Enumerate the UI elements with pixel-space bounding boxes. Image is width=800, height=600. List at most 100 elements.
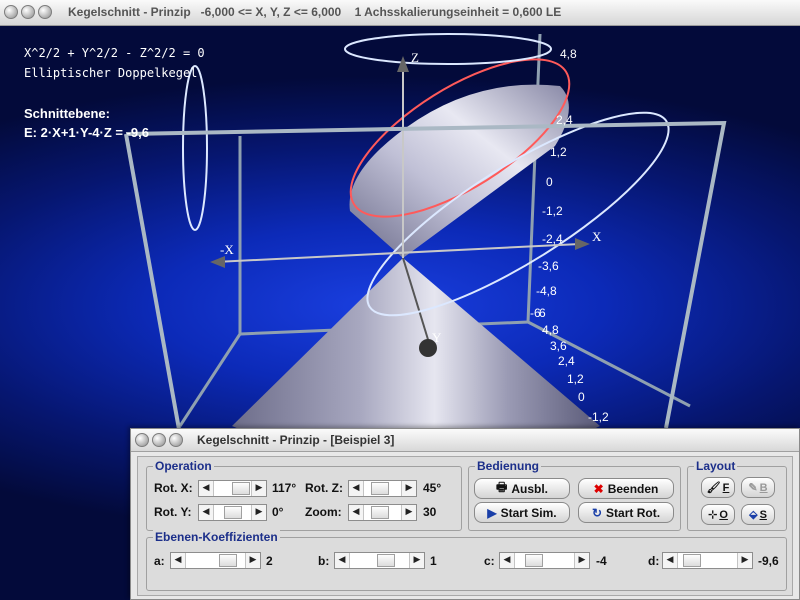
panel-minimize-button[interactable] xyxy=(152,433,166,447)
slider-thumb[interactable] xyxy=(224,506,242,519)
ausbl-button[interactable]: 🖶 Ausbl. xyxy=(474,478,570,499)
slider-thumb[interactable] xyxy=(377,554,395,567)
operation-legend: Operation xyxy=(153,459,214,473)
coef-b-slider[interactable]: ◀ ▶ xyxy=(334,552,425,569)
arrow-left-icon[interactable]: ◀ xyxy=(199,481,214,496)
main-title-bar: Kegelschnitt - Prinzip -6,000 <= X, Y, Z… xyxy=(0,0,800,26)
slider-thumb[interactable] xyxy=(525,554,543,567)
rot-z-label: Rot. Z: xyxy=(305,481,343,495)
play-icon: ▶ xyxy=(487,505,497,520)
rot-z-slider[interactable]: ◀ ▶ xyxy=(348,480,417,497)
surface-name: Elliptischer Doppelkegel xyxy=(24,66,198,80)
beenden-label: Beenden xyxy=(607,481,659,496)
slider-thumb[interactable] xyxy=(683,554,701,567)
tick-label: 2,4 xyxy=(558,354,575,368)
panel-content: Operation Rot. X: ◀ ▶ 117° Rot. Y: ◀ ▶ 0… xyxy=(137,456,793,596)
zoom-value: 30 xyxy=(423,505,437,519)
layout-legend: Layout xyxy=(694,459,738,473)
close-window-button[interactable] xyxy=(4,5,18,19)
main-window-title: Kegelschnitt - Prinzip -6,000 <= X, Y, Z… xyxy=(68,5,562,19)
coef-d-slider[interactable]: ◀ ▶ xyxy=(662,552,753,569)
layout-s-label: S xyxy=(759,508,767,521)
slider-thumb[interactable] xyxy=(219,554,237,567)
arrow-left-icon[interactable]: ◀ xyxy=(349,481,364,496)
arrow-left-icon[interactable]: ◀ xyxy=(349,505,364,520)
minimize-window-button[interactable] xyxy=(21,5,35,19)
arrow-right-icon[interactable]: ▶ xyxy=(401,505,416,520)
x-axis-label: X xyxy=(592,229,602,244)
layout-f-button[interactable]: 🖌 F xyxy=(701,477,735,498)
tick-label: -4,8 xyxy=(536,284,557,298)
layout-b-label: B xyxy=(759,481,768,494)
coef-a-value: 2 xyxy=(266,554,273,568)
rot-y-slider[interactable]: ◀ ▶ xyxy=(198,504,267,521)
eraser-icon: ⬙ xyxy=(749,509,758,521)
layout-f-label: F xyxy=(722,481,730,494)
projection-top xyxy=(344,33,552,65)
start-sim-label: Start Sim. xyxy=(500,505,557,520)
coef-b-label: b: xyxy=(318,554,330,568)
window-controls xyxy=(4,5,52,19)
slider-thumb[interactable] xyxy=(371,506,389,519)
rot-z-value: 45° xyxy=(423,481,442,495)
coef-c-slider[interactable]: ◀ ▶ xyxy=(499,552,590,569)
tick-label: 4,8 xyxy=(542,323,559,337)
arrow-left-icon[interactable]: ◀ xyxy=(171,553,186,568)
tick-label: 2,4 xyxy=(556,113,573,127)
arrow-left-icon[interactable]: ◀ xyxy=(199,505,214,520)
beenden-button[interactable]: ✖ Beenden xyxy=(578,478,674,499)
arrow-right-icon[interactable]: ▶ xyxy=(245,553,260,568)
arrow-right-icon[interactable]: ▶ xyxy=(409,553,424,568)
coef-b-value: 1 xyxy=(430,554,437,568)
tick-label: -1,2 xyxy=(542,204,563,218)
arrow-right-icon[interactable]: ▶ xyxy=(401,481,416,496)
operation-group: Operation xyxy=(146,459,462,531)
arrow-left-icon[interactable]: ◀ xyxy=(663,553,678,568)
arrow-right-icon[interactable]: ▶ xyxy=(737,553,752,568)
layout-o-label: O xyxy=(719,508,728,521)
rot-x-slider[interactable]: ◀ ▶ xyxy=(198,480,267,497)
ebenen-legend: Ebenen-Koeffizienten xyxy=(153,530,280,544)
neg-x-axis-label: -X xyxy=(220,242,234,257)
arrow-right-icon[interactable]: ▶ xyxy=(251,505,266,520)
coef-d-value: -9,6 xyxy=(758,554,779,568)
panel-maximize-button[interactable] xyxy=(169,433,183,447)
z-axis-label: Z xyxy=(411,50,419,65)
slider-thumb[interactable] xyxy=(371,482,389,495)
start-rot-button[interactable]: ↻ Start Rot. xyxy=(578,502,674,523)
coef-a-slider[interactable]: ◀ ▶ xyxy=(170,552,261,569)
coef-c-label: c: xyxy=(484,554,495,568)
projection-left xyxy=(182,65,208,231)
panel-title-bar: Kegelschnitt - Prinzip - [Beispiel 3] xyxy=(131,429,799,452)
plane-label: Schnittebene: xyxy=(24,106,110,121)
layout-o-button[interactable]: ⊹ O xyxy=(701,504,735,525)
slider-thumb[interactable] xyxy=(232,482,250,495)
rot-x-value: 117° xyxy=(272,481,297,495)
tick-label: -2,4 xyxy=(542,232,563,246)
ausbl-label: Ausbl. xyxy=(511,481,548,496)
panel-title: Kegelschnitt - Prinzip - [Beispiel 3] xyxy=(197,433,395,447)
maximize-window-button[interactable] xyxy=(38,5,52,19)
panel-window-controls xyxy=(135,433,183,447)
start-sim-button[interactable]: ▶ Start Sim. xyxy=(474,502,570,523)
printer-icon: 🖶 xyxy=(496,480,508,494)
control-panel-window: Kegelschnitt - Prinzip - [Beispiel 3] Op… xyxy=(130,428,800,600)
rot-y-value: 0° xyxy=(272,505,284,519)
layout-b-button[interactable]: ✎ B xyxy=(741,477,775,498)
zoom-label: Zoom: xyxy=(305,505,342,519)
arrow-right-icon[interactable]: ▶ xyxy=(574,553,589,568)
crosshair-icon: ⊹ xyxy=(708,509,718,521)
upper-cone xyxy=(349,84,569,258)
start-rot-label: Start Rot. xyxy=(606,505,661,520)
panel-close-button[interactable] xyxy=(135,433,149,447)
arrow-right-icon[interactable]: ▶ xyxy=(251,481,266,496)
layout-s-button[interactable]: ⬙ S xyxy=(741,504,775,525)
pencil-icon: ✎ xyxy=(748,482,758,494)
arrow-left-icon[interactable]: ◀ xyxy=(500,553,515,568)
zoom-slider[interactable]: ◀ ▶ xyxy=(348,504,417,521)
close-x-icon: ✖ xyxy=(593,481,604,496)
rotate-icon: ↻ xyxy=(591,505,603,520)
arrow-left-icon[interactable]: ◀ xyxy=(335,553,350,568)
paint-brush-icon: 🖌 xyxy=(706,482,721,494)
rot-x-label: Rot. X: xyxy=(154,481,193,495)
